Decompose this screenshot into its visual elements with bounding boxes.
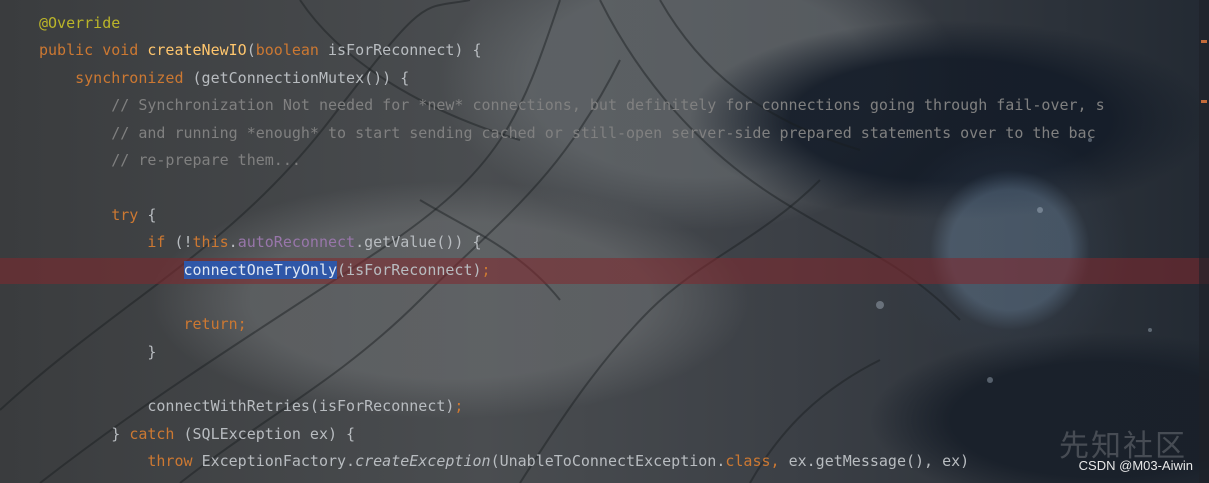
code-line[interactable]: synchronized (getConnectionMutex()) { — [39, 65, 1105, 92]
code-token: // re-prepare them... — [111, 150, 301, 169]
code-token: createNewIO — [147, 41, 247, 60]
code-token: .getValue()) { — [355, 233, 482, 252]
scroll-marker — [1201, 100, 1207, 103]
code-token: synchronized — [75, 68, 193, 87]
code-token: @Override — [39, 14, 121, 32]
code-token: ; — [481, 260, 491, 279]
code-token: ( — [246, 41, 256, 60]
code-line[interactable]: // re-prepare them... — [39, 147, 1105, 174]
code-line[interactable]: } catch (SQLException ex) { — [39, 421, 1105, 448]
code-token: isForReconnect) { — [328, 41, 482, 60]
code-line[interactable]: @Override — [39, 10, 1105, 37]
code-token: (getConnectionMutex()) { — [192, 68, 410, 87]
code-token: (SQLException ex) { — [183, 424, 356, 443]
code-line[interactable]: // and running *enough* to start sending… — [39, 120, 1105, 147]
code-token: // Synchronization Not needed for *new* … — [111, 96, 1105, 115]
code-line[interactable]: // Synchronization Not needed for *new* … — [39, 92, 1105, 119]
scroll-marker — [1201, 40, 1207, 43]
code-token: if — [147, 233, 175, 252]
code-line[interactable]: connectOneTryOnly(isForReconnect); — [39, 257, 1105, 284]
code-token: try — [111, 205, 148, 224]
editor-scrollbar[interactable] — [1199, 0, 1209, 483]
code-token: connectWithRetries(isForReconnect) — [39, 397, 455, 416]
code-line[interactable]: public void createNewIO(boolean isForRec… — [39, 37, 1105, 64]
code-token: ExceptionFactory. — [201, 452, 356, 471]
code-token: // and running *enough* to start sending… — [111, 123, 1096, 142]
code-token: throw — [147, 452, 202, 471]
code-token: autoReconnect — [237, 233, 356, 252]
code-line[interactable] — [39, 284, 1105, 311]
code-line[interactable]: try { — [39, 202, 1105, 229]
code-token: ex.getMessage(), ex) — [788, 452, 970, 471]
csdn-watermark: CSDN @M03-Aiwin — [1078, 458, 1193, 473]
code-token: this — [192, 233, 229, 252]
code-line[interactable]: return; — [39, 311, 1105, 338]
code-line[interactable] — [39, 174, 1105, 201]
code-token: return; — [183, 315, 247, 334]
code-content[interactable]: @Override public void createNewIO(boolean… — [39, 10, 1105, 476]
code-token: class — [725, 452, 771, 471]
code-token: catch — [129, 424, 184, 443]
code-token: (UnableToConnectException. — [490, 452, 726, 471]
code-token: } — [39, 342, 157, 361]
code-editor[interactable]: @Override public void createNewIO(boolean… — [0, 0, 1209, 483]
code-token: ; — [454, 397, 464, 416]
code-line[interactable]: } — [39, 339, 1105, 366]
code-token: (! — [174, 233, 193, 252]
code-line[interactable]: if (!this.autoReconnect.getValue()) { — [39, 229, 1105, 256]
selected-token: connectOneTryOnly — [183, 260, 338, 279]
code-token: . — [228, 233, 238, 252]
code-line[interactable]: connectWithRetries(isForReconnect); — [39, 393, 1105, 420]
code-line[interactable]: throw ExceptionFactory.createException(U… — [39, 448, 1105, 475]
code-token: , — [770, 452, 789, 471]
code-token: (isForReconnect) — [337, 260, 482, 279]
code-token: { — [147, 205, 157, 224]
code-token: } — [39, 424, 130, 443]
code-token: public — [39, 41, 103, 60]
code-line[interactable] — [39, 366, 1105, 393]
code-token: boolean — [255, 41, 328, 60]
code-token: void — [102, 41, 148, 60]
code-token: createException — [355, 452, 491, 471]
